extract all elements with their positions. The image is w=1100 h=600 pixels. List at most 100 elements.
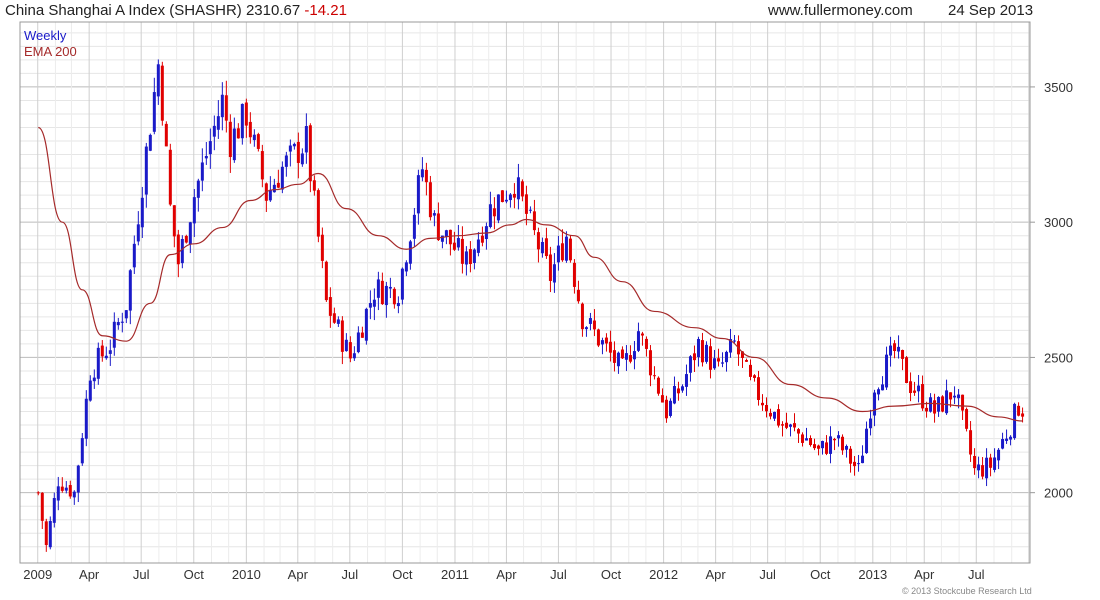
candle-body xyxy=(436,213,440,241)
x-tick-label: Oct xyxy=(810,567,831,582)
candle-body xyxy=(88,380,92,401)
candle-body xyxy=(768,412,772,417)
candle-body xyxy=(805,438,809,441)
candle-body xyxy=(124,310,128,319)
candle-body xyxy=(1009,436,1013,440)
candle-body xyxy=(632,351,636,360)
candle-body xyxy=(84,398,88,439)
candle-body xyxy=(781,424,785,426)
candle-body xyxy=(412,214,416,239)
candle-body xyxy=(696,339,700,358)
candle-body xyxy=(220,94,224,118)
candle-body xyxy=(656,377,660,394)
candle-body xyxy=(164,123,168,147)
candle-body xyxy=(528,209,532,211)
candle-body xyxy=(744,360,748,362)
candle-body xyxy=(789,424,793,427)
candle-body xyxy=(777,409,781,426)
x-tick-label: Jul xyxy=(550,567,567,582)
candle-body xyxy=(797,429,801,434)
candle-body xyxy=(344,339,348,352)
candle-body xyxy=(408,241,412,264)
candle-body xyxy=(540,241,544,254)
candle-body xyxy=(212,125,216,137)
candle-body xyxy=(588,318,592,324)
candle-body xyxy=(40,492,44,521)
candle-body xyxy=(336,319,340,324)
candle-body xyxy=(764,405,768,412)
candle-body xyxy=(873,392,877,416)
candle-body xyxy=(568,238,572,261)
candle-body xyxy=(72,491,76,498)
candle-body xyxy=(596,329,600,346)
candle-body xyxy=(752,375,756,378)
candle-body xyxy=(268,189,272,201)
candle-body xyxy=(973,455,977,469)
candle-body xyxy=(897,346,901,352)
candle-body xyxy=(544,238,548,257)
plot-border xyxy=(19,21,1031,564)
candle-body xyxy=(953,395,957,398)
candle-body xyxy=(500,190,504,203)
candle-body xyxy=(576,289,580,302)
candle-body xyxy=(845,445,849,450)
candle-body xyxy=(152,92,156,132)
candle-body xyxy=(813,444,817,449)
candle-body xyxy=(580,303,584,330)
candle-body xyxy=(933,400,937,414)
legend-ema: EMA 200 xyxy=(24,44,77,59)
candle-body xyxy=(684,374,688,387)
candle-body xyxy=(849,448,853,464)
candle-body xyxy=(224,95,228,121)
candle-body xyxy=(328,297,332,316)
candle-body xyxy=(1001,439,1005,449)
candle-body xyxy=(376,279,380,298)
grid-lines xyxy=(20,22,1030,563)
candle-body xyxy=(472,249,476,263)
candle-body xyxy=(841,436,845,451)
x-tick-label: Jul xyxy=(968,567,985,582)
candle-body xyxy=(96,347,100,379)
candle-body xyxy=(612,350,616,363)
candle-body xyxy=(364,308,368,341)
candle-body xyxy=(116,322,120,326)
candle-body xyxy=(104,355,108,359)
y-axis-labels: 2000 2500 3000 3500 xyxy=(1030,80,1073,501)
y-tick-label: 3000 xyxy=(1044,215,1073,230)
candle-body xyxy=(829,436,833,454)
candle-body xyxy=(648,350,652,376)
candle-body xyxy=(965,409,969,429)
candle-body xyxy=(136,224,140,242)
candle-body xyxy=(176,234,180,265)
candle-body xyxy=(216,116,220,130)
x-tick-label: 2009 xyxy=(23,567,52,582)
candle-body xyxy=(232,128,236,161)
ema-200-line xyxy=(37,126,1023,422)
candle-body xyxy=(492,208,496,217)
candle-body xyxy=(688,356,692,373)
candle-body xyxy=(56,486,60,501)
candle-body xyxy=(324,261,328,301)
candle-body xyxy=(148,134,152,151)
candle-body xyxy=(180,239,184,264)
candle-body xyxy=(296,141,300,163)
candle-body xyxy=(680,386,684,391)
x-axis-labels: 2009 Apr Jul Oct 2010 Apr Jul Oct 2011 Apr Jul Oct 2… xyxy=(23,567,984,582)
candle-body xyxy=(332,313,336,323)
x-tick-label: Jul xyxy=(759,567,776,582)
candle-body xyxy=(640,333,644,336)
candle-body xyxy=(380,280,384,305)
candle-body xyxy=(356,332,360,353)
x-tick-label: 2010 xyxy=(232,567,261,582)
candle-body xyxy=(368,303,372,308)
candle-body xyxy=(168,149,172,205)
candle-body xyxy=(997,449,1001,461)
candle-body xyxy=(316,190,320,237)
candle-body xyxy=(108,350,112,354)
candle-body xyxy=(272,184,276,193)
x-tick-label: Apr xyxy=(914,567,935,582)
x-tick-label: Jul xyxy=(133,567,150,582)
x-tick-label: 2013 xyxy=(858,567,887,582)
candle-body xyxy=(628,355,632,362)
candle-body xyxy=(252,134,256,141)
